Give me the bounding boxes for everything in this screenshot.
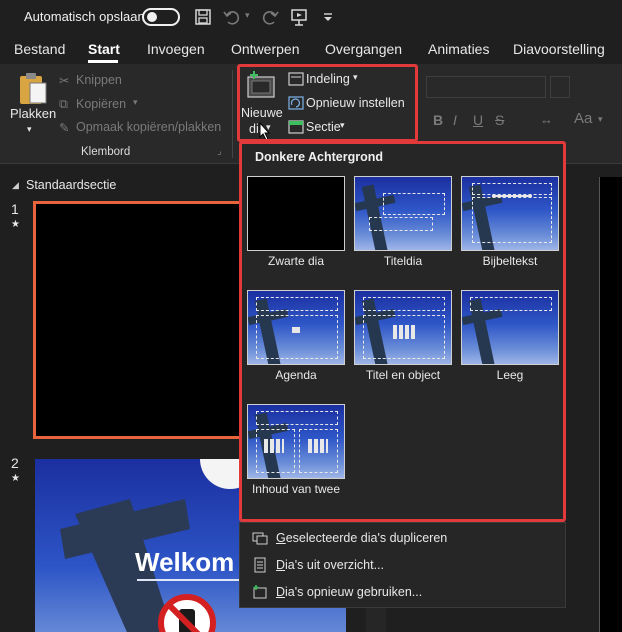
tab-diavoorstelling[interactable]: Diavoorstelling — [513, 41, 605, 57]
menu-reuse-slides[interactable]: Dia's opnieuw gebruiken... — [252, 581, 422, 603]
layout-label: Bijbeltekst — [482, 254, 538, 268]
reuse-slides-icon — [253, 585, 267, 599]
change-case-button[interactable]: Aa — [574, 110, 592, 127]
copy-dropdown-icon[interactable]: ▾ — [133, 97, 138, 108]
clipboard-group-label: Klembord — [81, 146, 131, 158]
autosave-label: Automatisch opslaan — [24, 9, 145, 24]
menu-duplicate-slides[interactable]: Geselecteerde dia's dupliceren — [252, 527, 447, 549]
bold-icon[interactable]: B — [433, 112, 443, 128]
tab-overgangen[interactable]: Overgangen — [325, 41, 402, 57]
copy-icon: ⧉ — [59, 97, 68, 111]
autosave-toggle[interactable] — [142, 8, 180, 26]
customize-toolbar-icon[interactable] — [318, 7, 338, 27]
layout-gallery: Donkere Achtergrond Zwarte dia Titeldia … — [239, 141, 566, 522]
duplicate-slides-icon — [252, 532, 268, 545]
title-bar: Automatisch opslaan ▾ — [0, 0, 622, 34]
menu-duplicate-label: Geselecteerde dia's dupliceren — [276, 531, 448, 545]
tab-bestand[interactable]: Bestand — [14, 41, 65, 57]
slide2-title: Welkom — [135, 547, 235, 577]
layout-label: Agenda — [275, 368, 317, 382]
layout-label: Titel en object — [365, 368, 441, 382]
no-phone-icon — [158, 594, 216, 632]
transition-star-icon: ★ — [11, 219, 20, 230]
format-painter-button[interactable]: Opmaak kopiëren/plakken — [76, 120, 221, 134]
outline-icon — [254, 557, 266, 573]
undo-dropdown-icon[interactable]: ▾ — [245, 10, 250, 21]
layout-label: Inhoud van twee — [251, 482, 341, 496]
transition-star-icon: ★ — [11, 473, 20, 484]
clipboard-launcher-icon[interactable]: ⌟ — [217, 146, 222, 157]
spacing-icon[interactable]: ↔ — [540, 112, 553, 127]
layout-inhoud-van-twee[interactable] — [247, 404, 345, 479]
change-case-dropdown-icon[interactable]: ▾ — [598, 114, 603, 125]
undo-icon[interactable] — [222, 7, 242, 27]
paste-dropdown-icon[interactable]: ▾ — [27, 124, 32, 135]
layout-titel-en-object[interactable] — [354, 290, 452, 365]
highlight-new-slide-group — [237, 64, 418, 142]
present-icon[interactable] — [289, 7, 309, 27]
section-collapse-icon[interactable]: ◢ — [12, 180, 19, 191]
font-name-box[interactable] — [426, 76, 546, 98]
strikethrough-icon[interactable]: S — [495, 112, 504, 128]
section-name[interactable]: Standaardsectie — [26, 178, 116, 192]
ribbon-separator — [232, 70, 233, 158]
menu-outline-label: Dia's uit overzicht... — [276, 558, 384, 572]
active-tab-indicator — [88, 60, 118, 63]
tab-ontwerpen[interactable]: Ontwerpen — [231, 41, 299, 57]
new-slide-menu: Geselecteerde dia's dupliceren Dia's uit… — [239, 522, 566, 608]
layout-agenda[interactable] — [247, 290, 345, 365]
format-painter-icon: ✎ — [59, 121, 70, 135]
gallery-heading: Donkere Achtergrond — [255, 150, 384, 164]
italic-icon[interactable]: I — [453, 112, 457, 128]
layout-label: Zwarte dia — [267, 254, 325, 268]
layout-zwarte-dia[interactable] — [247, 176, 345, 251]
layout-leeg[interactable] — [461, 290, 559, 365]
slide-number-1: 1 — [11, 201, 19, 217]
tab-start[interactable]: Start — [88, 41, 120, 57]
copy-button[interactable]: Kopiëren — [76, 97, 126, 111]
layout-titeldia[interactable] — [354, 176, 452, 251]
layout-label: Titeldia — [383, 254, 423, 268]
cut-button[interactable]: Knippen — [76, 73, 122, 87]
scissors-icon: ✂ — [59, 74, 70, 88]
clipboard-icon[interactable] — [16, 71, 50, 107]
font-size-box[interactable] — [550, 76, 570, 98]
layout-label: Leeg — [496, 368, 524, 382]
menu-reuse-label: Dia's opnieuw gebruiken... — [276, 585, 423, 599]
paste-label[interactable]: Plakken — [10, 106, 56, 121]
main-slide-canvas[interactable] — [599, 177, 622, 632]
tab-animaties[interactable]: Animaties — [428, 41, 489, 57]
menu-slides-from-outline[interactable]: Dia's uit overzicht... — [252, 554, 384, 576]
slide-number-2: 2 — [11, 455, 19, 471]
tab-invoegen[interactable]: Invoegen — [147, 41, 205, 57]
redo-icon[interactable] — [260, 7, 280, 27]
layout-bijbeltekst[interactable] — [461, 176, 559, 251]
save-icon[interactable] — [193, 7, 213, 27]
underline-icon[interactable]: U — [473, 112, 483, 128]
